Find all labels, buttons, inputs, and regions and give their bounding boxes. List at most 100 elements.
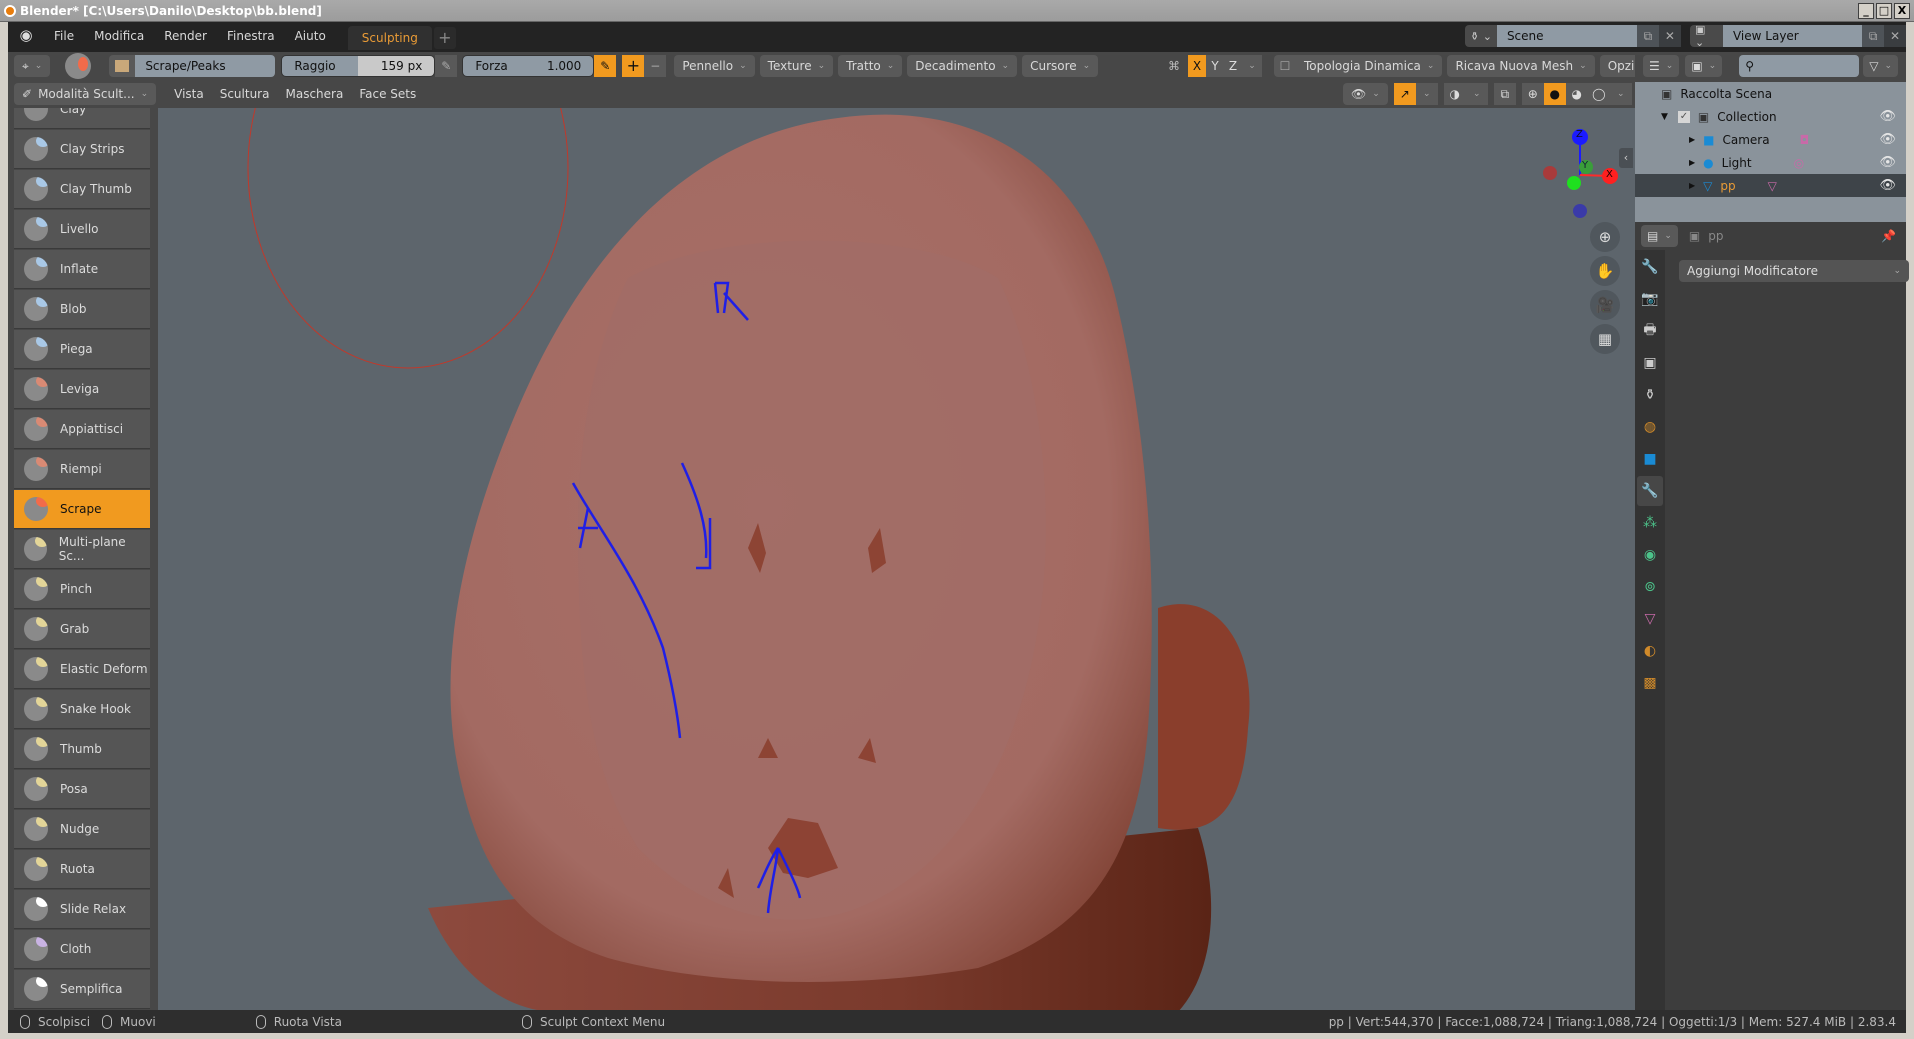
tool-piega[interactable]: Piega xyxy=(14,330,150,369)
radius-pressure-icon[interactable]: ✎ xyxy=(435,55,458,77)
outliner-row-light[interactable]: ▶ ● Light ◎ 👁 xyxy=(1635,151,1906,174)
editor-type-icon[interactable]: ▤ ⌄ xyxy=(1641,225,1678,247)
add-direction-button[interactable]: + xyxy=(622,55,645,77)
tool-multi-plane-sc[interactable]: Multi-plane Sc... xyxy=(14,530,150,569)
pin-icon[interactable]: 📌 xyxy=(1881,229,1896,243)
menu-file[interactable]: File xyxy=(44,22,84,50)
outliner-row-collection[interactable]: ▼ ✓ ▣ Collection 👁 xyxy=(1635,105,1906,128)
menu-vista[interactable]: Vista xyxy=(166,87,212,101)
new-view-layer-icon[interactable]: ⧉ xyxy=(1862,25,1885,47)
dropdown-decadimento[interactable]: Decadimento ⌄ xyxy=(907,55,1018,77)
menu-face-sets[interactable]: Face Sets xyxy=(351,87,424,101)
pan-view-hand-icon[interactable]: ✋ xyxy=(1590,256,1620,286)
symmetry-z-toggle[interactable]: Z xyxy=(1224,55,1242,77)
expand-triangle-icon[interactable]: ▶ xyxy=(1689,181,1695,190)
tool-cloth[interactable]: Cloth xyxy=(14,930,150,969)
menu-finestra[interactable]: Finestra xyxy=(217,22,285,50)
radius-slider[interactable]: Raggio 159 px xyxy=(281,55,436,77)
view-layer-tab-icon[interactable]: ▣ xyxy=(1637,348,1663,378)
symmetry-y-toggle[interactable]: Y xyxy=(1206,55,1224,77)
shading-options-chevron-icon[interactable]: ⌄ xyxy=(1609,83,1632,105)
filter-view-layer-icon[interactable]: ▣ ⌄ xyxy=(1685,55,1723,77)
scrape-brush-icon[interactable] xyxy=(65,53,92,79)
texture-tab-icon[interactable]: ▩ xyxy=(1637,668,1663,698)
scene-tab-icon[interactable]: ⚱ xyxy=(1637,380,1663,410)
tool-riempi[interactable]: Riempi xyxy=(14,450,150,489)
tool-pinch[interactable]: Pinch xyxy=(14,570,150,609)
dropdown-ricava-nuova-mesh[interactable]: Ricava Nuova Mesh ⌄ xyxy=(1447,55,1595,77)
eye-icon[interactable]: 👁 xyxy=(1879,109,1896,124)
material-tab-icon[interactable]: ◐ xyxy=(1637,636,1663,666)
subtract-direction-button[interactable]: − xyxy=(644,55,667,77)
tool-settings-icon[interactable]: ⌖ ⌄ xyxy=(14,55,51,77)
tool-clay[interactable]: Clay xyxy=(14,108,150,129)
tool-elastic-deform[interactable]: Elastic Deform xyxy=(14,650,150,689)
tool-slide-relax[interactable]: Slide Relax xyxy=(14,890,150,929)
tool-appiattisci[interactable]: Appiattisci xyxy=(14,410,150,449)
particles-tab-icon[interactable]: ⁂ xyxy=(1637,508,1663,538)
shading-solid-icon[interactable]: ● xyxy=(1543,83,1566,105)
tool-snake-hook[interactable]: Snake Hook xyxy=(14,690,150,729)
add-workspace-button[interactable]: + xyxy=(433,27,456,49)
tool-tab-icon[interactable]: 🔧 xyxy=(1637,252,1663,282)
navigation-gizmo[interactable]: Z Y X xyxy=(1528,123,1635,223)
menu-aiuto[interactable]: Aiuto xyxy=(285,22,336,50)
tool-blob[interactable]: Blob xyxy=(14,290,150,329)
overlays-toggle-icon[interactable]: ◑ xyxy=(1443,83,1466,105)
tool-semplifica[interactable]: Semplifica xyxy=(14,970,150,1009)
sidebar-toggle-chevron-icon[interactable]: ‹ xyxy=(1619,148,1633,168)
delete-scene-icon[interactable]: ✕ xyxy=(1658,25,1681,47)
expand-triangle-icon[interactable]: ▶ xyxy=(1689,158,1695,167)
view-layer-icon[interactable]: ▣ ⌄ xyxy=(1690,23,1723,49)
eye-icon[interactable]: 👁 xyxy=(1879,132,1896,147)
visibility-selectability-icon[interactable]: 👁 ⌄ xyxy=(1343,83,1388,105)
tool-thumb[interactable]: Thumb xyxy=(14,730,150,769)
gizmo-options-chevron-icon[interactable]: ⌄ xyxy=(1415,83,1438,105)
menu-render[interactable]: Render xyxy=(154,22,217,50)
xray-toggle-icon[interactable]: ⧉ xyxy=(1493,83,1516,105)
object-tab-icon[interactable]: ■ xyxy=(1637,444,1663,474)
tool-ruota[interactable]: Ruota xyxy=(14,850,150,889)
collection-checkbox[interactable]: ✓ xyxy=(1677,110,1690,123)
tool-clay-strips[interactable]: Clay Strips xyxy=(14,130,150,169)
gizmo-toggle-icon[interactable]: ↗ xyxy=(1393,83,1416,105)
dropdown-cursore[interactable]: Cursore ⌄ xyxy=(1022,55,1099,77)
dropdown-pennello[interactable]: Pennello ⌄ xyxy=(674,55,755,77)
render-tab-icon[interactable]: 📷 xyxy=(1637,284,1663,314)
shading-material-icon[interactable]: ◕ xyxy=(1565,83,1588,105)
workspace-tab-sculpting[interactable]: Sculpting xyxy=(347,26,432,50)
strength-slider[interactable]: Forza 1.000 xyxy=(462,55,595,77)
display-mode-icon[interactable]: ☰ ⌄ xyxy=(1643,55,1680,77)
tool-grab[interactable]: Grab xyxy=(14,610,150,649)
filter-funnel-icon[interactable]: ▽ ⌄ xyxy=(1863,55,1898,77)
dropdown-texture[interactable]: Texture ⌄ xyxy=(759,55,834,77)
view-layer-field[interactable]: View Layer xyxy=(1722,25,1863,47)
expand-triangle-icon[interactable]: ▼ xyxy=(1661,112,1668,122)
tool-scrape[interactable]: Scrape xyxy=(14,490,150,529)
new-scene-icon[interactable]: ⧉ xyxy=(1636,25,1659,47)
eye-icon[interactable]: 👁 xyxy=(1879,155,1896,170)
world-tab-icon[interactable]: ◍ xyxy=(1637,412,1663,442)
blender-menu-icon[interactable]: ◉ xyxy=(16,26,36,46)
camera-view-icon[interactable]: 🎥 xyxy=(1590,290,1620,320)
physics-tab-icon[interactable]: ◉ xyxy=(1637,540,1663,570)
delete-view-layer-icon[interactable]: ✕ xyxy=(1884,25,1906,47)
mode-selector[interactable]: ✐ Modalità Scult... ⌄ xyxy=(14,83,157,105)
scene-icon[interactable]: ⚱ ⌄ xyxy=(1465,25,1497,47)
modifier-tab-icon[interactable]: 🔧 xyxy=(1637,476,1663,506)
brush-name-field[interactable]: Scrape/Peaks xyxy=(135,55,276,77)
brush-texture-icon[interactable] xyxy=(109,55,136,77)
outliner-search-input[interactable]: ⚲ xyxy=(1739,55,1860,77)
shading-rendered-icon[interactable]: ◯ xyxy=(1587,83,1610,105)
add-modifier-dropdown[interactable]: Aggiungi Modificatore ⌄ xyxy=(1679,260,1909,282)
minimize-button[interactable]: _ xyxy=(1858,3,1874,19)
tool-posa[interactable]: Posa xyxy=(14,770,150,809)
dyntopo-checkbox[interactable]: ☐ xyxy=(1274,55,1296,77)
constraints-tab-icon[interactable]: ⊚ xyxy=(1637,572,1663,602)
dropdown-topologia-dinamica[interactable]: Topologia Dinamica ⌄ xyxy=(1296,55,1443,77)
overlays-options-chevron-icon[interactable]: ⌄ xyxy=(1465,83,1488,105)
symmetry-options-chevron-icon[interactable]: ⌄ xyxy=(1242,55,1262,77)
scene-field[interactable]: Scene xyxy=(1496,25,1637,47)
menu-modifica[interactable]: Modifica xyxy=(84,22,154,50)
outliner-row-scene-collection[interactable]: ▣ Raccolta Scena xyxy=(1635,82,1906,105)
